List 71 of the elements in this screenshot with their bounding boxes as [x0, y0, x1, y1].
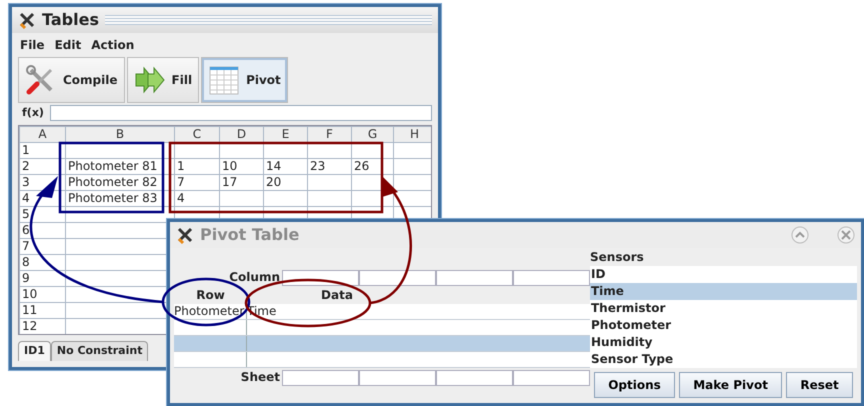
table-cell: 1 — [174, 158, 220, 174]
list-item[interactable]: ID — [590, 266, 857, 283]
row-number: 2 — [20, 158, 66, 174]
row-number: 12 — [20, 318, 66, 334]
column-header[interactable]: D — [220, 126, 264, 142]
toolbar-button[interactable]: Fill — [126, 57, 200, 103]
row-number: 11 — [20, 302, 66, 318]
column-header[interactable]: C — [174, 126, 220, 142]
list-item[interactable]: Thermistor — [590, 300, 857, 317]
table-cell: Photometer 83 — [66, 190, 174, 206]
menu-item[interactable]: Edit — [54, 36, 82, 54]
sheet-tab[interactable]: ID1 — [18, 341, 51, 360]
spreadsheet-icon — [208, 64, 240, 96]
toolbar-button[interactable]: Pivot — [201, 57, 288, 103]
table-cell: 4 — [174, 190, 220, 206]
drop-field[interactable] — [436, 270, 513, 286]
window-title: Pivot Table — [200, 224, 300, 246]
table-cell: Photometer — [174, 304, 247, 319]
formula-field[interactable] — [50, 105, 432, 122]
double-arrow-icon — [134, 64, 166, 96]
list-item[interactable]: Photometer — [590, 317, 857, 334]
column-header[interactable]: B — [66, 126, 174, 142]
table-cell: 10 — [220, 158, 264, 174]
list-item[interactable]: Time — [590, 283, 857, 300]
row-number: 9 — [20, 270, 66, 286]
column-header: Row — [195, 287, 226, 304]
row-number: 8 — [20, 254, 66, 270]
drop-field[interactable] — [513, 270, 590, 286]
list-title: Sensors — [590, 249, 645, 266]
close-icon — [837, 226, 855, 244]
drop-field[interactable] — [282, 370, 359, 386]
table-cell: 7 — [174, 174, 220, 190]
row-number: 10 — [20, 286, 66, 302]
sheet-tab[interactable]: No Constraint — [50, 341, 148, 360]
row-number: 1 — [20, 142, 66, 158]
dialog-button[interactable]: Options — [594, 372, 675, 398]
formula-label: f(x) — [21, 105, 45, 121]
drop-field[interactable] — [513, 370, 590, 386]
app-icon — [176, 226, 194, 244]
app-icon — [18, 11, 36, 29]
column-header: Data — [320, 287, 354, 304]
window-title: Tables — [42, 9, 99, 31]
column-label: Column — [228, 269, 281, 286]
row-number: 5 — [20, 206, 66, 222]
drop-field[interactable] — [359, 270, 436, 286]
table-cell: 20 — [264, 174, 308, 190]
table-cell: 17 — [220, 174, 264, 190]
table-row[interactable] — [174, 320, 590, 336]
column-header[interactable]: H — [394, 126, 431, 142]
minimize-icon — [791, 226, 809, 244]
drop-field[interactable] — [436, 370, 513, 386]
list-item[interactable]: Sensor Type — [590, 351, 857, 368]
dialog-button[interactable]: Reset — [786, 372, 853, 398]
toolbar-button[interactable]: Compile — [18, 57, 125, 103]
table-cell: 26 — [352, 158, 394, 174]
row-number: 7 — [20, 238, 66, 254]
menu-item[interactable]: Action — [91, 36, 134, 54]
column-header[interactable]: F — [308, 126, 352, 142]
column-header[interactable]: E — [264, 126, 308, 142]
row-number: 6 — [20, 222, 66, 238]
drop-field[interactable] — [359, 370, 436, 386]
menu-item[interactable]: File — [20, 36, 45, 54]
table-cell: Photometer 81 — [66, 158, 174, 174]
table-cell: 23 — [308, 158, 352, 174]
sheet-label: Sheet — [240, 369, 281, 386]
table-cell: 14 — [264, 158, 308, 174]
column-header[interactable]: A — [20, 126, 66, 142]
list-item[interactable]: Humidity — [590, 334, 857, 351]
column-header[interactable]: G — [352, 126, 394, 142]
table-cell: Photometer 82 — [66, 174, 174, 190]
dialog-button[interactable]: Make Pivot — [679, 372, 782, 398]
